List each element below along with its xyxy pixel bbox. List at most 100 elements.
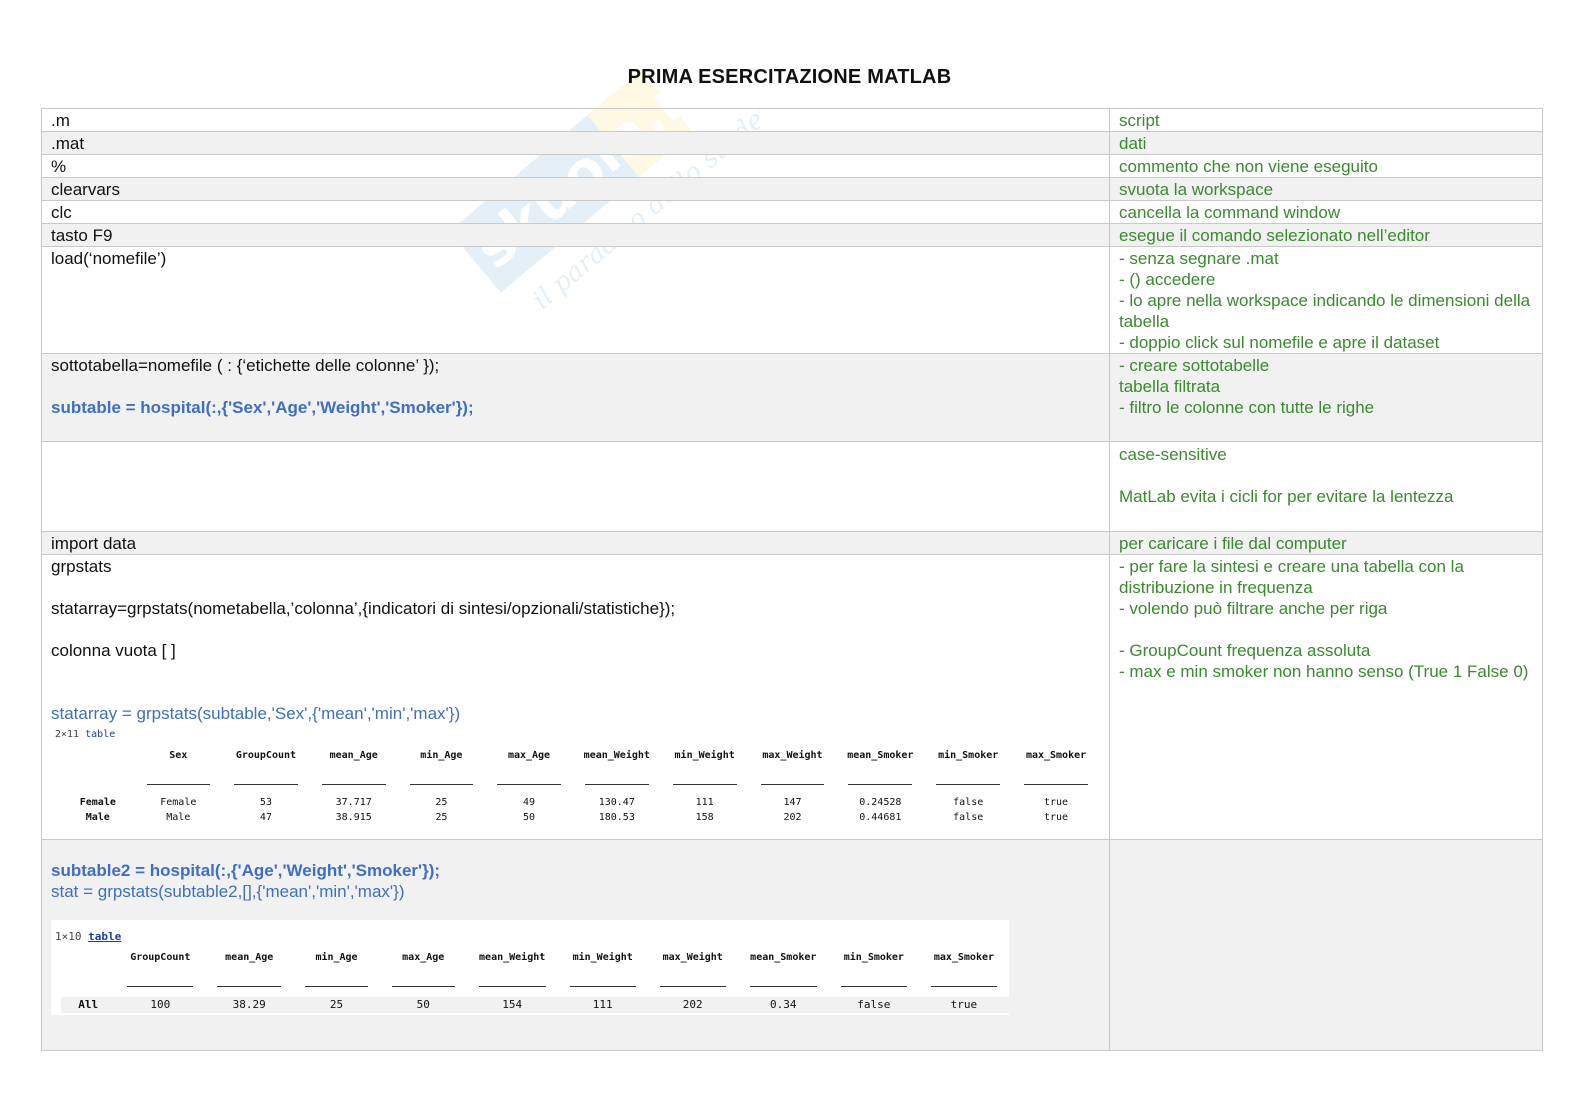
subtable-note-1: - creare sottotabelle [1119, 356, 1270, 375]
description-cell: esegue il comando selezionato nell’edito… [1109, 223, 1543, 247]
description-cell: dati [1109, 131, 1543, 155]
table-cell: 147 [783, 797, 802, 808]
column-header: min_Age [398, 745, 486, 795]
grpstats-name: grpstats [51, 557, 112, 576]
subtable-note-3: - filtro le colonne con tutte le righe [1119, 398, 1375, 417]
column-header: mean_Smoker [738, 947, 829, 997]
table-cell: 202 [647, 997, 738, 1013]
table-cell: 111 [557, 997, 648, 1013]
table-cell: 25 [293, 997, 380, 1013]
table-cell: 49 [523, 797, 536, 808]
grpstats-example: statarray = grpstats(subtable,'Sex',{'me… [51, 704, 461, 723]
description-line: - lo apre nella workspace indicando le d… [1119, 291, 1531, 331]
table-cell: 50 [379, 997, 467, 1013]
table-row: Female Female 53 37.717 25 49 130.47 111 147 0.24… [61, 795, 1100, 810]
command-cell: clearvars [41, 177, 1110, 201]
table-cell: 100 [115, 997, 206, 1013]
table-cell: true [1044, 812, 1069, 823]
table-cell: 0.44681 [859, 812, 902, 823]
command-cell: tasto F9 [41, 223, 1110, 247]
description-line: cancella la command window [1119, 203, 1341, 222]
table-cell: false [953, 797, 984, 808]
subtable-note-2: tabella filtrata [1119, 377, 1221, 396]
column-header: max_Smoker [919, 947, 1009, 997]
table-cell: 53 [259, 797, 272, 808]
table-row-subtable2: subtable2 = hospital(:,{'Age','Weight','… [41, 839, 1543, 1051]
table-row-subtable: sottotabella=nomefile ( : {‘etichette de… [41, 353, 1543, 442]
description-cell: commento che non viene eseguito [1109, 154, 1543, 178]
table-cell: 111 [695, 797, 714, 808]
note-loops: MatLab evita i cicli for per evitare la … [1119, 487, 1454, 506]
column-header: GroupCount [222, 745, 310, 795]
note-case-sensitive: case-sensitive [1119, 445, 1227, 464]
column-header: min_Smoker [924, 745, 1012, 795]
description-line: esegue il comando selezionato nell’edito… [1119, 226, 1430, 245]
description-line: - () accedere [1119, 270, 1216, 289]
column-header: max_Smoker [1012, 745, 1100, 795]
command-cell: % [41, 154, 1110, 178]
row-label: All [61, 997, 116, 1013]
column-header: Sex [135, 745, 222, 795]
description-line: dati [1119, 134, 1147, 153]
column-header: mean_Age [310, 745, 398, 795]
column-header: min_Weight [661, 745, 749, 795]
row-label: Male [85, 812, 110, 823]
grpstats-note-3: - GroupCount frequenza assoluta [1119, 641, 1371, 660]
table-row: Male Male 47 38.915 25 50 180.53 158 202 0.44681 f… [61, 810, 1100, 825]
table-cell: 38.29 [205, 997, 294, 1013]
description-cell: svuota la workspace [1109, 177, 1543, 201]
table-cell: 130.47 [598, 797, 635, 808]
table-cell: false [953, 812, 984, 823]
row-label: Female [79, 797, 116, 808]
table-row: All 100 38.29 25 50 154 111 202 0.34 false true [61, 997, 1009, 1013]
table-row: .m script [41, 108, 1543, 132]
table-cell: 38.915 [335, 812, 372, 823]
grpstats-result-table: Sex GroupCount mean_Age min_Age max_Age mean_… [61, 745, 1100, 825]
import-description: per caricare i file dal computer [1109, 531, 1543, 555]
column-header: mean_Age [205, 947, 293, 997]
column-header: mean_Smoker [836, 745, 924, 795]
table-row-import: import data per caricare i file dal comp… [41, 531, 1543, 555]
table-cell: 180.53 [598, 812, 635, 823]
description-cell: script [1109, 108, 1543, 132]
description-line: commento che non viene eseguito [1119, 157, 1378, 176]
column-header [61, 947, 115, 997]
table-cell: 158 [695, 812, 714, 823]
table-row: tasto F9 esegue il comando selezionato ne… [41, 223, 1543, 247]
column-header: min_Smoker [829, 947, 919, 997]
description-cell: cancella la command window [1109, 200, 1543, 224]
column-header: mean_Weight [467, 947, 558, 997]
column-header: max_Age [380, 947, 467, 997]
result-size-label: 2×11 table [55, 729, 116, 740]
table-cell: true [1044, 797, 1069, 808]
command-cell: .m [41, 108, 1110, 132]
table-cell: 0.24528 [859, 797, 902, 808]
command-cell: load(‘nomefile’) [41, 246, 1110, 354]
grpstats-empty-column: colonna vuota [ ] [51, 641, 176, 660]
table-cell: 202 [783, 812, 802, 823]
commands-table: .m script .mat dati% commento che non viene … [41, 108, 1543, 1051]
import-command: import data [41, 531, 1110, 555]
table-row-notes: case-sensitive MatLab evita i cicli for … [41, 441, 1543, 532]
table-row: % commento che non viene eseguito [41, 154, 1543, 178]
subtable-syntax: sottotabella=nomefile ( : {‘etichette de… [51, 356, 440, 375]
table-row-grpstats: grpstats statarray=grpstats(nometabella,… [41, 554, 1543, 840]
stat-result-size-label: 1×10 table [55, 930, 122, 943]
description-line: svuota la workspace [1119, 180, 1274, 199]
column-header: max_Age [485, 745, 573, 795]
command-cell: clc [41, 200, 1110, 224]
page-title: PRIMA ESERCITAZIONE MATLAB [627, 66, 952, 88]
table-cell: 0.34 [737, 997, 829, 1013]
table-row: load(‘nomefile’) - senza segnare .mat - ()… [41, 246, 1543, 354]
table-cell: false [828, 997, 919, 1013]
table-cell: Male [166, 812, 191, 823]
table-cell: 25 [435, 812, 448, 823]
column-header [61, 745, 135, 795]
grpstats-note-1: - per fare la sintesi e creare una tabel… [1119, 557, 1464, 597]
grpstats-syntax: statarray=grpstats(nometabella,’colonna’… [51, 599, 676, 618]
table-row: clc cancella la command window [41, 200, 1543, 224]
table-cell: 25 [435, 797, 448, 808]
description-cell: - senza segnare .mat - () accedere - lo ap… [1109, 246, 1543, 354]
description-line: script [1119, 111, 1160, 130]
description-line: - doppio click sul nomefile e apre il da… [1119, 333, 1440, 352]
